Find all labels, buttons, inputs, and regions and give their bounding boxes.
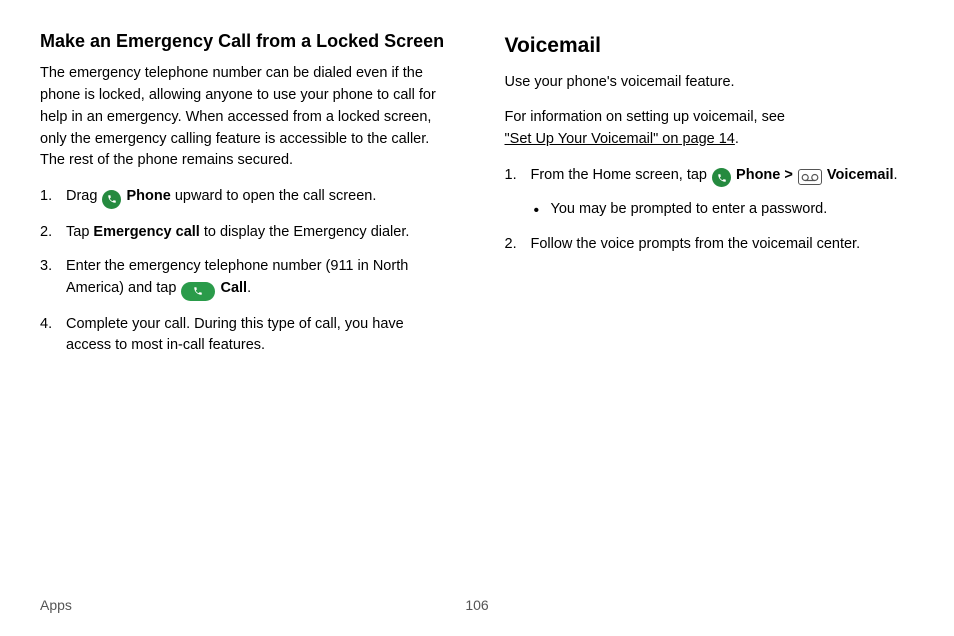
voicemail-step-1: From the Home screen, tap Phone > Voicem…	[505, 165, 915, 221]
step3-bold: Call	[220, 280, 247, 296]
footer-section-name: Apps	[40, 595, 465, 616]
voicemail-icon	[798, 169, 822, 185]
setup-voicemail-link[interactable]: "Set Up Your Voicemail" on page 14	[505, 131, 735, 147]
step1-pre: Drag	[66, 188, 101, 204]
page-footer: Apps 106	[40, 595, 914, 616]
left-column: Make an Emergency Call from a Locked Scr…	[40, 30, 450, 370]
call-button-icon	[181, 282, 215, 301]
vm-step1-sublist: You may be prompted to enter a password.	[531, 199, 915, 221]
footer-page-number: 106	[465, 595, 488, 616]
vm-p2-pre: For information on setting up voicemail,…	[505, 109, 785, 125]
emergency-step-2: Tap Emergency call to display the Emerge…	[40, 222, 450, 244]
step2-pre: Tap	[66, 224, 93, 240]
vm-s1-voicemail-bold: Voicemail	[827, 167, 894, 183]
step1-bold: Phone	[127, 188, 171, 204]
vm-s1-pre: From the Home screen, tap	[531, 167, 712, 183]
emergency-step-4: Complete your call. During this type of …	[40, 314, 450, 358]
voicemail-p2: For information on setting up voicemail,…	[505, 107, 915, 151]
step3-post: .	[247, 280, 251, 296]
vm-s1-phone-bold: Phone	[736, 167, 780, 183]
vm-s1-post: .	[894, 167, 898, 183]
voicemail-heading: Voicemail	[505, 30, 915, 62]
phone-icon	[102, 190, 121, 209]
right-column: Voicemail Use your phone's voicemail fea…	[505, 30, 915, 370]
phone-icon	[712, 168, 731, 187]
emergency-steps: Drag Phone upward to open the call scree…	[40, 186, 450, 357]
content-columns: Make an Emergency Call from a Locked Scr…	[40, 30, 914, 370]
emergency-heading: Make an Emergency Call from a Locked Scr…	[40, 30, 450, 53]
voicemail-step-2: Follow the voice prompts from the voicem…	[505, 234, 915, 256]
step2-post: to display the Emergency dialer.	[200, 224, 410, 240]
vm-s1-chevron: >	[780, 167, 797, 183]
emergency-step-3: Enter the emergency telephone number (91…	[40, 256, 450, 300]
voicemail-steps: From the Home screen, tap Phone > Voicem…	[505, 165, 915, 256]
footer-spacer	[489, 595, 914, 616]
step1-post: upward to open the call screen.	[171, 188, 377, 204]
vm-step1-bullet: You may be prompted to enter a password.	[531, 199, 915, 221]
emergency-step-1: Drag Phone upward to open the call scree…	[40, 186, 450, 209]
step2-bold: Emergency call	[93, 224, 199, 240]
voicemail-p1: Use your phone's voicemail feature.	[505, 72, 915, 94]
vm-p2-post: .	[735, 131, 739, 147]
emergency-intro: The emergency telephone number can be di…	[40, 63, 450, 172]
